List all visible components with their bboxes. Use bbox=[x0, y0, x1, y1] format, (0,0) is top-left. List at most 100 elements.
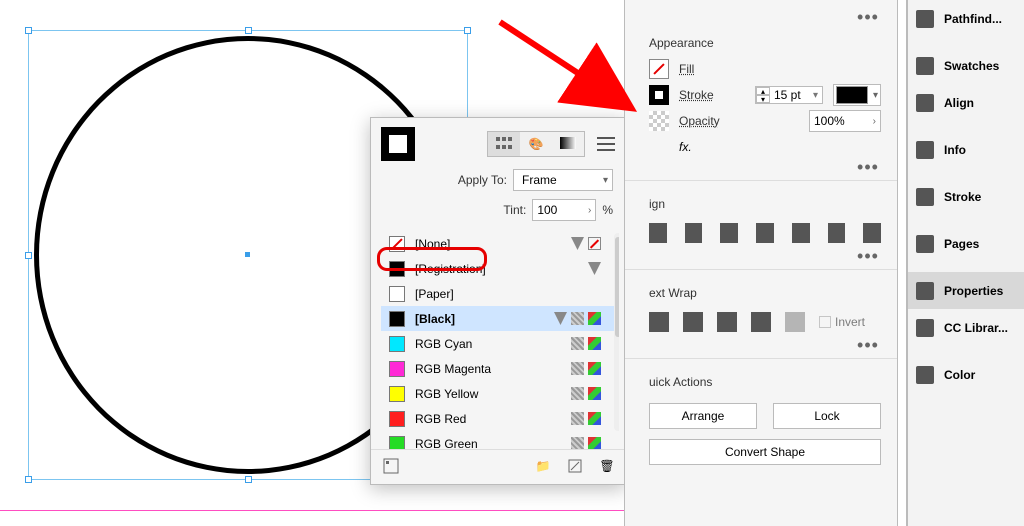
align-more-button[interactable]: ••• bbox=[853, 249, 883, 263]
fill-swatch[interactable] bbox=[649, 59, 669, 79]
swatch-name: [Black] bbox=[415, 312, 544, 326]
convert-shape-button[interactable]: Convert Shape bbox=[649, 439, 881, 465]
align-top-button[interactable] bbox=[756, 223, 774, 243]
apply-to-dropdown[interactable]: Frame ▾ bbox=[513, 169, 613, 191]
gradient-icon bbox=[560, 137, 576, 152]
swatch-flags bbox=[554, 312, 601, 325]
stroke-style-dropdown[interactable]: ▾ bbox=[833, 84, 881, 106]
stroke-weight-input[interactable]: 15 pt ▾ bbox=[770, 87, 822, 103]
resize-handle-ml[interactable] bbox=[25, 252, 32, 259]
tint-input[interactable]: 100 › bbox=[532, 199, 596, 221]
tint-unit: % bbox=[602, 203, 613, 217]
palette-icon: 🎨 bbox=[529, 137, 544, 151]
wrap-jump-button[interactable] bbox=[751, 312, 771, 332]
swatch-item-rgbgreen[interactable]: RGB Green bbox=[381, 431, 619, 449]
flag-grid bbox=[571, 412, 584, 425]
swatch-flags bbox=[571, 337, 601, 350]
dock-label: Pages bbox=[944, 237, 979, 251]
dock-item-color[interactable]: Color bbox=[908, 356, 1024, 393]
wrap-jump-next-button[interactable] bbox=[785, 312, 805, 332]
swatch-view-picker-button[interactable]: 🎨 bbox=[520, 132, 552, 156]
swatch-item-none[interactable]: [None] bbox=[381, 231, 619, 256]
align-right-button[interactable] bbox=[720, 223, 738, 243]
resize-handle-tl[interactable] bbox=[25, 27, 32, 34]
dock-item-cclib[interactable]: CC Librar... bbox=[908, 309, 1024, 346]
panel-options-button[interactable]: ••• bbox=[853, 10, 883, 24]
swatch-chip bbox=[389, 361, 405, 377]
align-vcenter-button[interactable] bbox=[792, 223, 810, 243]
text-wrap-more-button[interactable]: ••• bbox=[853, 338, 883, 352]
flag-grid bbox=[571, 362, 584, 375]
dock-item-align[interactable]: Align bbox=[908, 84, 1024, 121]
panel-dock: Pathfind... SwatchesAlign Info Stroke Pages P… bbox=[906, 0, 1024, 526]
swatch-view-gradient-button[interactable] bbox=[552, 132, 584, 156]
lock-button[interactable]: Lock bbox=[773, 403, 881, 429]
dock-item-properties[interactable]: Properties bbox=[908, 272, 1024, 309]
dock-item-stroke[interactable]: Stroke bbox=[908, 178, 1024, 215]
stroke-weight-value: 15 pt bbox=[774, 88, 801, 102]
arrange-button[interactable]: Arrange bbox=[649, 403, 757, 429]
resize-handle-bl[interactable] bbox=[25, 476, 32, 483]
panel-menu-button[interactable] bbox=[597, 137, 615, 151]
resize-handle-bc[interactable] bbox=[245, 476, 252, 483]
swatch-item-black[interactable]: [Black] bbox=[381, 306, 619, 331]
scrollbar-thumb[interactable] bbox=[615, 237, 619, 337]
align-bottom-button[interactable] bbox=[828, 223, 846, 243]
swatch-name: RGB Magenta bbox=[415, 362, 561, 376]
flag-rgb bbox=[588, 387, 601, 400]
fill-label[interactable]: Fill bbox=[679, 62, 694, 76]
new-color-group-button[interactable]: 📁 bbox=[533, 456, 553, 476]
lock-label: Lock bbox=[814, 409, 839, 423]
delete-swatch-button[interactable]: 🗑 bbox=[597, 456, 617, 476]
align-left-button[interactable] bbox=[649, 223, 667, 243]
swatch-item-rgbred[interactable]: RGB Red bbox=[381, 406, 619, 431]
fx-button[interactable]: fx. bbox=[679, 140, 692, 154]
selection-center-handle[interactable] bbox=[245, 252, 250, 257]
swatches-icon bbox=[916, 57, 934, 75]
wrap-bounding-button[interactable] bbox=[683, 312, 703, 332]
resize-handle-tr[interactable] bbox=[464, 27, 471, 34]
swatch-view-grid-button[interactable] bbox=[488, 132, 520, 156]
arrange-label: Arrange bbox=[682, 409, 725, 423]
dock-item-pages[interactable]: Pages bbox=[908, 225, 1024, 262]
flag-grid bbox=[571, 312, 584, 325]
dock-item-pathfinder[interactable]: Pathfind... bbox=[908, 0, 1024, 37]
active-stroke-indicator[interactable] bbox=[381, 127, 415, 161]
appearance-more-button[interactable]: ••• bbox=[853, 160, 883, 174]
stroke-label[interactable]: Stroke bbox=[679, 88, 745, 102]
wrap-shape-button[interactable] bbox=[717, 312, 737, 332]
opacity-swatch[interactable] bbox=[649, 111, 669, 131]
invert-checkbox[interactable]: Invert bbox=[819, 312, 865, 332]
align-icon bbox=[916, 94, 934, 112]
swatch-chip bbox=[389, 336, 405, 352]
swatch-list-scrollbar[interactable] bbox=[614, 233, 619, 431]
swatch-item-rgbmagenta[interactable]: RGB Magenta bbox=[381, 356, 619, 381]
swatch-item-rgbyellow[interactable]: RGB Yellow bbox=[381, 381, 619, 406]
dock-label: Pathfind... bbox=[944, 12, 1002, 26]
opacity-label[interactable]: Opacity bbox=[679, 114, 799, 128]
stroke-swatch[interactable] bbox=[649, 85, 669, 105]
info-icon bbox=[916, 141, 934, 159]
align-hcenter-button[interactable] bbox=[685, 223, 703, 243]
swatch-options-button[interactable] bbox=[381, 456, 401, 476]
distribute-button[interactable] bbox=[863, 223, 881, 243]
dock-item-swatches[interactable]: Swatches bbox=[908, 47, 1024, 84]
dock-item-info[interactable]: Info bbox=[908, 131, 1024, 168]
swatch-chip bbox=[389, 386, 405, 402]
chevron-down-icon: ▾ bbox=[603, 175, 608, 186]
resize-handle-tc[interactable] bbox=[245, 27, 252, 34]
swatch-item-registration[interactable]: [Registration] bbox=[381, 256, 619, 281]
swatch-item-paper[interactable]: [Paper] bbox=[381, 281, 619, 306]
new-swatch-button[interactable] bbox=[565, 456, 585, 476]
flag-rgb bbox=[588, 312, 601, 325]
flag-mini-none bbox=[588, 237, 601, 250]
stroke-icon bbox=[916, 188, 934, 206]
opacity-input[interactable]: 100% › bbox=[809, 110, 881, 132]
flag-rgb bbox=[588, 437, 601, 449]
flag-rgb bbox=[588, 337, 601, 350]
swatch-item-rgbcyan[interactable]: RGB Cyan bbox=[381, 331, 619, 356]
stroke-weight-down[interactable]: ▾ bbox=[756, 95, 770, 103]
wrap-none-button[interactable] bbox=[649, 312, 669, 332]
pages-icon bbox=[916, 235, 934, 253]
dock-label: CC Librar... bbox=[944, 321, 1008, 335]
